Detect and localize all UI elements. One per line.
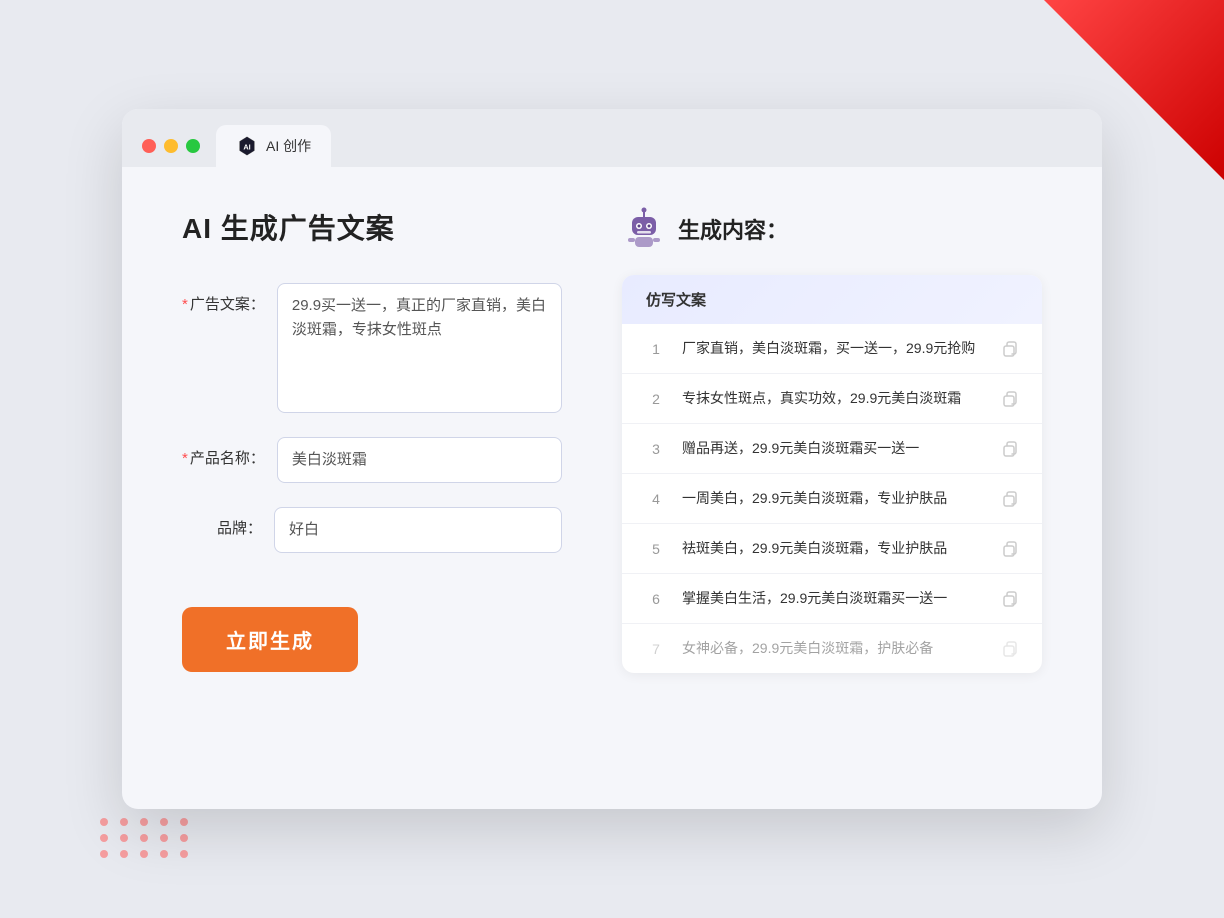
generate-button[interactable]: 立即生成	[182, 607, 358, 672]
copy-icon[interactable]	[1000, 640, 1018, 658]
ad-copy-label: *广告文案：	[182, 283, 265, 314]
result-item: 5 祛斑美白，29.9元美白淡斑霜，专业护肤品	[622, 524, 1042, 574]
svg-text:AI: AI	[243, 143, 250, 152]
results-container: 仿写文案 1 厂家直销，美白淡斑霜，买一送一，29.9元抢购 2 专抹女性斑点，真实…	[622, 275, 1042, 673]
result-text: 祛斑美白，29.9元美白淡斑霜，专业护肤品	[682, 538, 984, 559]
left-panel: AI 生成广告文案 *广告文案： *产品名称： 品牌： 立即生成	[182, 207, 562, 673]
copy-icon[interactable]	[1000, 390, 1018, 408]
page-title: AI 生成广告文案	[182, 207, 562, 247]
brand-label: 品牌：	[182, 507, 262, 538]
ad-copy-required-star: *	[182, 296, 188, 313]
result-text: 一周美白，29.9元美白淡斑霜，专业护肤品	[682, 488, 984, 509]
brand-input[interactable]	[274, 507, 562, 553]
result-item: 3 赠品再送，29.9元美白淡斑霜买一送一	[622, 424, 1042, 474]
robot-icon	[622, 207, 666, 251]
close-button[interactable]	[142, 139, 156, 153]
copy-icon[interactable]	[1000, 490, 1018, 508]
brand-field-group: 品牌：	[182, 507, 562, 553]
right-panel: 生成内容： 仿写文案 1 厂家直销，美白淡斑霜，买一送一，29.9元抢购 2 专抹女…	[622, 207, 1042, 673]
result-item: 6 掌握美白生活，29.9元美白淡斑霜买一送一	[622, 574, 1042, 624]
result-number: 5	[646, 541, 666, 557]
ad-copy-textarea[interactable]	[277, 283, 562, 413]
results-list: 1 厂家直销，美白淡斑霜，买一送一，29.9元抢购 2 专抹女性斑点，真实功效，29…	[622, 324, 1042, 673]
copy-icon[interactable]	[1000, 340, 1018, 358]
result-number: 4	[646, 491, 666, 507]
ai-tab-icon: AI	[236, 135, 258, 157]
result-item: 1 厂家直销，美白淡斑霜，买一送一，29.9元抢购	[622, 324, 1042, 374]
dots-decoration	[100, 818, 192, 858]
result-text: 赠品再送，29.9元美白淡斑霜买一送一	[682, 438, 984, 459]
right-header: 生成内容：	[622, 207, 1042, 251]
browser-chrome: AI AI 创作	[122, 109, 1102, 167]
copy-icon[interactable]	[1000, 590, 1018, 608]
result-number: 2	[646, 391, 666, 407]
copy-icon[interactable]	[1000, 440, 1018, 458]
result-text: 厂家直销，美白淡斑霜，买一送一，29.9元抢购	[682, 338, 984, 359]
result-text: 掌握美白生活，29.9元美白淡斑霜买一送一	[682, 588, 984, 609]
browser-tab[interactable]: AI AI 创作	[216, 125, 331, 167]
ad-copy-field-group: *广告文案：	[182, 283, 562, 413]
product-name-field-group: *产品名称：	[182, 437, 562, 483]
maximize-button[interactable]	[186, 139, 200, 153]
browser-content: AI 生成广告文案 *广告文案： *产品名称： 品牌： 立即生成	[122, 167, 1102, 713]
result-item: 2 专抹女性斑点，真实功效，29.9元美白淡斑霜	[622, 374, 1042, 424]
product-name-label: *产品名称：	[182, 437, 265, 468]
result-number: 1	[646, 341, 666, 357]
result-item: 7 女神必备，29.9元美白淡斑霜，护肤必备	[622, 624, 1042, 673]
product-name-input[interactable]	[277, 437, 562, 483]
result-number: 3	[646, 441, 666, 457]
right-panel-title: 生成内容：	[678, 213, 788, 245]
window-controls	[142, 139, 200, 167]
result-text: 专抹女性斑点，真实功效，29.9元美白淡斑霜	[682, 388, 984, 409]
results-header: 仿写文案	[622, 275, 1042, 324]
minimize-button[interactable]	[164, 139, 178, 153]
result-number: 7	[646, 641, 666, 657]
result-item: 4 一周美白，29.9元美白淡斑霜，专业护肤品	[622, 474, 1042, 524]
tab-title-label: AI 创作	[266, 136, 311, 156]
result-number: 6	[646, 591, 666, 607]
browser-window: AI AI 创作 AI 生成广告文案 *广告文案： *产品名称：	[122, 109, 1102, 809]
copy-icon[interactable]	[1000, 540, 1018, 558]
result-text: 女神必备，29.9元美白淡斑霜，护肤必备	[682, 638, 984, 659]
product-name-required-star: *	[182, 450, 188, 467]
